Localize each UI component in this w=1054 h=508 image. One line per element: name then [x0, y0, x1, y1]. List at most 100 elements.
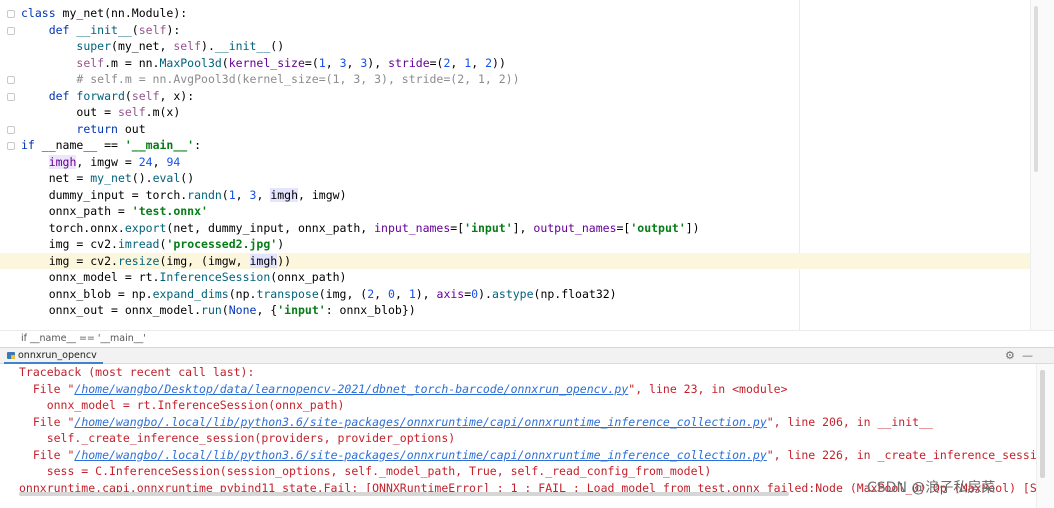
code-line[interactable]: super(my_net, self).__init__(): [0, 38, 1030, 55]
code-token: ,: [374, 286, 389, 301]
code-token: , imgw =: [76, 154, 139, 169]
code-line[interactable]: img = cv2.imread('processed2.jpg'): [0, 236, 1030, 253]
console-line: self._create_inference_session(providers…: [0, 430, 1054, 447]
code-token: =(: [429, 55, 444, 70]
code-token: torch.onnx.: [21, 220, 125, 235]
code-token: (): [180, 171, 195, 185]
code-token: 'output': [630, 220, 686, 235]
code-token: ).: [201, 39, 215, 53]
code-token: 94: [166, 154, 181, 169]
fold-marker-icon[interactable]: [7, 76, 15, 84]
code-token: 'test.onnx': [131, 204, 208, 218]
code-token: self: [138, 22, 167, 37]
console-line: File "/home/wangbo/Desktop/data/learnope…: [0, 381, 1054, 398]
code-token: astype: [491, 286, 534, 301]
editor-scrollbar-thumb[interactable]: [1034, 6, 1038, 172]
code-token: ,: [471, 55, 486, 70]
code-token: ,: [346, 55, 361, 70]
console-scrollbar-thumb[interactable]: [1040, 370, 1045, 478]
code-token: )): [277, 253, 292, 268]
code-line[interactable]: class my_net(nn.Module):: [0, 5, 1030, 22]
code-line[interactable]: dummy_input = torch.randn(1, 3, imgh, im…: [0, 187, 1030, 204]
code-editor[interactable]: class my_net(nn.Module): def __init__(se…: [0, 0, 1054, 330]
code-line[interactable]: imgh, imgw = 24, 94: [0, 154, 1030, 171]
code-token: ],: [512, 220, 534, 235]
code-token: , x):: [159, 88, 195, 103]
code-token: .m(x): [145, 105, 181, 119]
traceback-file-link[interactable]: /home/wangbo/.local/lib/python3.6/site-p…: [74, 415, 766, 429]
code-line[interactable]: return out: [0, 121, 1030, 138]
code-token: my_net(nn.Module):: [62, 6, 188, 20]
code-token: class: [21, 6, 63, 20]
code-token: (my_net,: [111, 39, 174, 53]
code-token: :: [194, 138, 202, 152]
code-line[interactable]: self.m = nn.MaxPool3d(kernel_size=(1, 3,…: [0, 55, 1030, 72]
code-token: # self.m = nn.AvgPool3d(kernel_size=(1, …: [76, 72, 520, 86]
breadcrumb-item[interactable]: if __name__ == '__main__': [21, 333, 146, 344]
code-line[interactable]: torch.onnx.export(net, dummy_input, onnx…: [0, 220, 1030, 237]
code-token: 'input': [277, 303, 326, 317]
code-token: ,: [325, 55, 340, 70]
code-token: None: [228, 303, 257, 317]
console-horizontal-scrollbar[interactable]: [19, 492, 789, 496]
fold-marker-icon[interactable]: [7, 10, 15, 18]
code-token: .m = nn.: [104, 55, 160, 70]
code-token: 'processed2.jpg': [166, 237, 278, 251]
tab-run-onnxrun-opencv[interactable]: onnxrun_opencv: [4, 348, 103, 364]
fold-marker-icon[interactable]: [7, 26, 15, 35]
code-line[interactable]: def forward(self, x):: [0, 88, 1030, 105]
code-line[interactable]: net = my_net().eval(): [0, 170, 1030, 187]
code-token: MaxPool3d: [159, 55, 222, 70]
code-token: onnx_path =: [21, 204, 132, 218]
code-line[interactable]: onnx_model = rt.InferenceSession(onnx_pa…: [0, 269, 1030, 286]
console-line: File "/home/wangbo/.local/lib/python3.6/…: [0, 447, 1054, 464]
code-token: : onnx_blob}): [325, 303, 416, 317]
code-token: img = cv2.: [21, 237, 118, 251]
code-token: export: [124, 220, 167, 235]
code-token: ): [277, 237, 285, 251]
console-scrollbar[interactable]: [1036, 364, 1054, 508]
code-line[interactable]: # self.m = nn.AvgPool3d(kernel_size=(1, …: [0, 71, 1030, 88]
code-token: net =: [21, 171, 91, 185]
code-token: transpose: [256, 286, 319, 301]
code-token: self: [76, 55, 105, 70]
traceback-file-link[interactable]: /home/wangbo/Desktop/data/learnopencv-20…: [74, 382, 628, 396]
code-line[interactable]: onnx_out = onnx_model.run(None, {'input'…: [0, 302, 1030, 319]
code-line[interactable]: img = cv2.resize(img, (imgw, imgh)): [0, 252, 1030, 269]
fold-marker-icon[interactable]: [7, 92, 15, 101]
code-line[interactable]: onnx_blob = np.expand_dims(np.transpose(…: [0, 286, 1030, 303]
minimize-icon[interactable]: —: [1022, 349, 1033, 362]
code-area[interactable]: class my_net(nn.Module): def __init__(se…: [0, 5, 1030, 319]
code-token: imread: [117, 237, 160, 251]
code-line[interactable]: def __init__(self):: [0, 22, 1030, 39]
console-line: File "/home/wangbo/.local/lib/python3.6/…: [0, 414, 1054, 431]
code-token: ,: [450, 55, 465, 70]
gear-icon[interactable]: ⚙: [1005, 349, 1015, 362]
code-token: (np.: [228, 286, 257, 301]
code-token: imgh: [249, 253, 278, 268]
code-token: 24: [138, 154, 153, 169]
code-token: run: [201, 303, 222, 317]
code-token: def: [48, 22, 77, 37]
traceback-file-link[interactable]: /home/wangbo/.local/lib/python3.6/site-p…: [74, 448, 766, 462]
code-token: 1: [408, 286, 416, 301]
code-token: ).: [478, 286, 492, 301]
code-line[interactable]: onnx_path = 'test.onnx': [0, 203, 1030, 220]
code-token: onnx_model = rt.: [21, 270, 160, 284]
fold-marker-icon[interactable]: [7, 125, 15, 134]
code-token: (: [124, 88, 132, 103]
code-token: (: [221, 55, 229, 70]
console-text: File ": [19, 414, 75, 429]
python-run-icon: [7, 352, 15, 359]
code-token: forward: [76, 88, 125, 103]
code-token: InferenceSession: [159, 270, 271, 284]
fold-marker-icon[interactable]: [7, 142, 15, 150]
watermark: CSDN @浪子私房菜: [867, 480, 996, 496]
breadcrumb[interactable]: if __name__ == '__main__': [0, 330, 1054, 347]
code-token: out: [124, 121, 146, 136]
code-line[interactable]: if __name__ == '__main__':: [0, 137, 1030, 154]
console-line: onnx_model = rt.InferenceSession(onnx_pa…: [0, 397, 1054, 414]
code-line[interactable]: out = self.m(x): [0, 104, 1030, 121]
